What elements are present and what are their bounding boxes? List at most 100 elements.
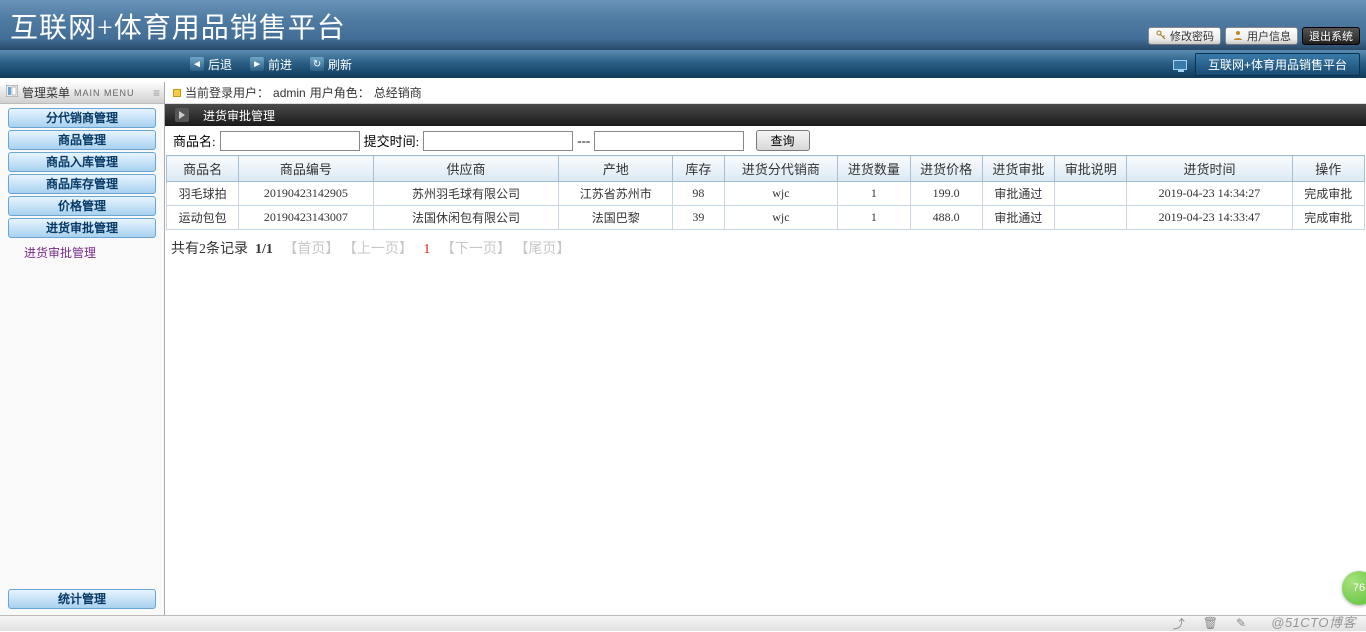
sidebar-item-3[interactable]: 商品库存管理 bbox=[8, 174, 156, 194]
product-name-input[interactable] bbox=[220, 131, 360, 151]
filter-time-label: 提交时间: bbox=[364, 131, 420, 150]
marker-icon bbox=[173, 89, 181, 97]
col-9: 审批说明 bbox=[1055, 156, 1127, 182]
nav-refresh-button[interactable]: ↻ 刷新 bbox=[310, 56, 352, 73]
refresh-icon: ↻ bbox=[310, 57, 324, 71]
cell: 江苏省苏州市 bbox=[559, 182, 673, 206]
cell: 1 bbox=[838, 182, 910, 206]
cell: 审批通过 bbox=[982, 206, 1054, 230]
toolbar-app-label: 互联网+体育用品销售平台 bbox=[1195, 53, 1360, 76]
nav-forward-button[interactable]: ► 前进 bbox=[250, 56, 292, 73]
col-10: 进货时间 bbox=[1127, 156, 1292, 182]
watermark: @51CTO博客 bbox=[1271, 612, 1356, 631]
col-2: 供应商 bbox=[373, 156, 559, 182]
col-7: 进货价格 bbox=[910, 156, 982, 182]
pager-first[interactable]: 【首页】 bbox=[283, 242, 339, 257]
cell: 199.0 bbox=[910, 182, 982, 206]
cell: 20190423142905 bbox=[239, 182, 373, 206]
row-action-complete[interactable]: 完成审批 bbox=[1292, 206, 1364, 230]
login-prefix: 当前登录用户： bbox=[185, 84, 269, 101]
col-8: 进货审批 bbox=[982, 156, 1054, 182]
app-banner: 互联网+体育用品销售平台 修改密码 用户信息 退出系统 bbox=[0, 0, 1366, 50]
arrow-left-icon: ◄ bbox=[190, 57, 204, 71]
play-icon bbox=[175, 108, 189, 122]
cell bbox=[1055, 206, 1127, 230]
sidebar-item-4[interactable]: 价格管理 bbox=[8, 196, 156, 216]
cell: wjc bbox=[724, 182, 838, 206]
pager-last[interactable]: 【尾页】 bbox=[514, 242, 570, 257]
col-0: 商品名 bbox=[167, 156, 239, 182]
submit-time-to-input[interactable] bbox=[594, 131, 744, 151]
col-4: 库存 bbox=[673, 156, 725, 182]
filter-separator: --- bbox=[577, 133, 590, 149]
sidebar-subitem-approval[interactable]: 进货审批管理 bbox=[0, 240, 164, 265]
sidebar-item-2[interactable]: 商品入库管理 bbox=[8, 152, 156, 172]
table-row: 羽毛球拍20190423142905苏州羽毛球有限公司江苏省苏州市98wjc11… bbox=[167, 182, 1365, 206]
cell: 20190423143007 bbox=[239, 206, 373, 230]
data-table: 商品名商品编号供应商产地库存进货分代销商进货数量进货价格进货审批审批说明进货时间… bbox=[166, 155, 1365, 230]
cell: 488.0 bbox=[910, 206, 982, 230]
sidebar-menu: 分代销商管理商品管理商品入库管理商品库存管理价格管理进货审批管理进货审批管理 bbox=[0, 104, 164, 265]
pager-current: 1 bbox=[423, 242, 430, 257]
cell: 39 bbox=[673, 206, 725, 230]
edit-icon[interactable]: ✎ bbox=[1236, 616, 1246, 630]
monitor-icon bbox=[1173, 60, 1187, 70]
pager-prev[interactable]: 【上一页】 bbox=[343, 242, 413, 257]
login-role: 总经销商 bbox=[374, 84, 422, 101]
query-button[interactable]: 查询 bbox=[756, 130, 810, 151]
cell: wjc bbox=[724, 206, 838, 230]
toolbar: ◄ 后退 ► 前进 ↻ 刷新 互联网+体育用品销售平台 bbox=[0, 50, 1366, 78]
sidebar-item-stats[interactable]: 统计管理 bbox=[8, 589, 156, 609]
table-row: 运动包包20190423143007法国休闲包有限公司法国巴黎39wjc1488… bbox=[167, 206, 1365, 230]
submit-time-from-input[interactable] bbox=[423, 131, 573, 151]
col-5: 进货分代销商 bbox=[724, 156, 838, 182]
login-user: admin bbox=[273, 86, 306, 100]
collapse-icon[interactable]: ≡ bbox=[153, 86, 158, 100]
section-header: 进货审批管理 bbox=[165, 104, 1366, 126]
sidebar-subtitle: MAIN MENU bbox=[74, 88, 135, 98]
cell: 法国休闲包有限公司 bbox=[373, 206, 559, 230]
col-6: 进货数量 bbox=[838, 156, 910, 182]
row-action-complete[interactable]: 完成审批 bbox=[1292, 182, 1364, 206]
pager-total: 共有2条记录 bbox=[171, 242, 248, 257]
section-title: 进货审批管理 bbox=[203, 107, 275, 124]
sidebar-title: 管理菜单 bbox=[22, 84, 70, 101]
panel-icon bbox=[6, 85, 18, 100]
filter-name-label: 商品名: bbox=[173, 131, 216, 150]
sidebar: 管理菜单 MAIN MENU ≡ 分代销商管理商品管理商品入库管理商品库存管理价… bbox=[0, 82, 165, 615]
login-info-bar: 当前登录用户： admin 用户角色： 总经销商 bbox=[165, 82, 1366, 104]
role-prefix: 用户角色： bbox=[310, 84, 370, 101]
cell: 法国巴黎 bbox=[559, 206, 673, 230]
pagination: 共有2条记录 1/1 【首页】 【上一页】 1 【下一页】 【尾页】 bbox=[165, 230, 1366, 266]
sidebar-item-1[interactable]: 商品管理 bbox=[8, 130, 156, 150]
cell bbox=[1055, 182, 1127, 206]
content-area: 当前登录用户： admin 用户角色： 总经销商 进货审批管理 商品名: 提交时… bbox=[165, 82, 1366, 615]
arrow-right-icon: ► bbox=[250, 57, 264, 71]
table-header-row: 商品名商品编号供应商产地库存进货分代销商进货数量进货价格进货审批审批说明进货时间… bbox=[167, 156, 1365, 182]
footer-icons: ⤴ 🗑 ✎ bbox=[1173, 615, 1246, 631]
share-icon[interactable]: ⤴ bbox=[1173, 615, 1185, 632]
trash-icon[interactable]: 🗑 bbox=[1203, 616, 1218, 630]
status-bar bbox=[0, 615, 1366, 631]
col-3: 产地 bbox=[559, 156, 673, 182]
cell: 审批通过 bbox=[982, 182, 1054, 206]
nav-back-label: 后退 bbox=[208, 56, 232, 73]
cell: 羽毛球拍 bbox=[167, 182, 239, 206]
cell: 2019-04-23 14:33:47 bbox=[1127, 206, 1292, 230]
sidebar-item-5[interactable]: 进货审批管理 bbox=[8, 218, 156, 238]
sidebar-item-0[interactable]: 分代销商管理 bbox=[8, 108, 156, 128]
filter-bar: 商品名: 提交时间: --- 查询 bbox=[165, 126, 1366, 155]
col-1: 商品编号 bbox=[239, 156, 373, 182]
pager-next[interactable]: 【下一页】 bbox=[441, 242, 511, 257]
cell: 2019-04-23 14:34:27 bbox=[1127, 182, 1292, 206]
nav-back-button[interactable]: ◄ 后退 bbox=[190, 56, 232, 73]
cell: 1 bbox=[838, 206, 910, 230]
cell: 苏州羽毛球有限公司 bbox=[373, 182, 559, 206]
nav-refresh-label: 刷新 bbox=[328, 56, 352, 73]
table-body: 羽毛球拍20190423142905苏州羽毛球有限公司江苏省苏州市98wjc11… bbox=[167, 182, 1365, 230]
pager-pages: 1/1 bbox=[255, 242, 273, 257]
col-11: 操作 bbox=[1292, 156, 1364, 182]
cell: 运动包包 bbox=[167, 206, 239, 230]
cell: 98 bbox=[673, 182, 725, 206]
sidebar-header: 管理菜单 MAIN MENU ≡ bbox=[0, 82, 164, 104]
